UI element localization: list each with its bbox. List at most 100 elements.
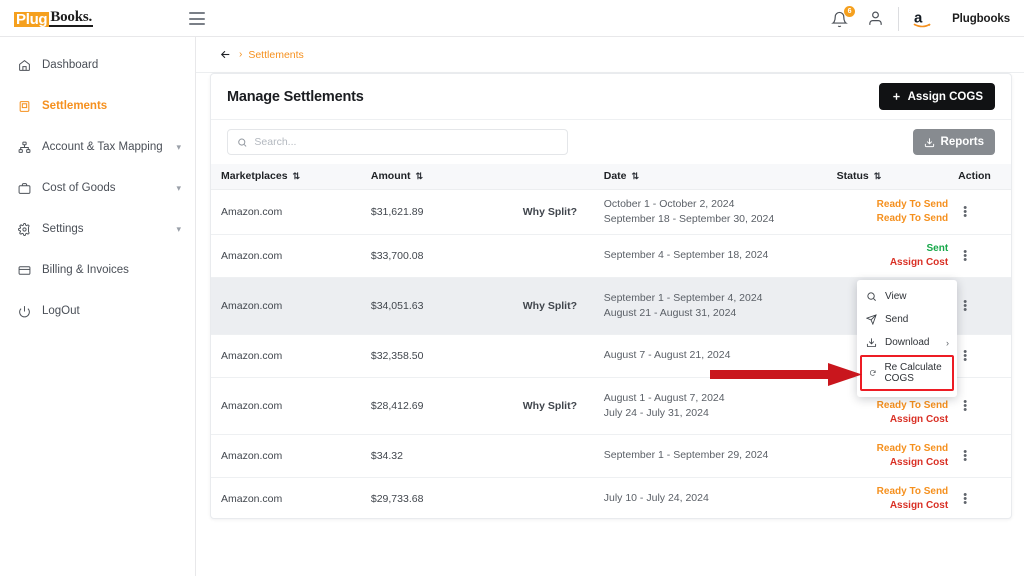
date-line: October 1 - October 2, 2024 (603, 197, 735, 210)
arrow-left-icon[interactable] (218, 48, 233, 61)
menu-item-view[interactable]: View (857, 285, 957, 308)
search-box[interactable] (227, 129, 568, 155)
cell-amount: $33,700.08 (360, 234, 513, 278)
sidebar-item-label: LogOut (42, 305, 80, 317)
status-badge: Ready To Send (876, 212, 949, 224)
breadcrumb-current[interactable]: Settlements (248, 49, 303, 61)
cell-date: October 1 - October 2, 2024 September 18 … (593, 189, 827, 235)
cell-why-split (512, 434, 594, 478)
kebab-menu-icon[interactable]: • • • (958, 296, 972, 315)
row-action-menu[interactable]: View Send Download › Re Calculate COGS (857, 280, 957, 397)
marketplace-account[interactable]: a Plugbooks (913, 9, 1010, 29)
menu-item-download[interactable]: Download › (857, 331, 957, 354)
status-badge[interactable]: Assign Cost (837, 256, 948, 270)
date-line: July 10 - July 24, 2024 (603, 492, 709, 504)
search-input[interactable] (254, 136, 558, 148)
cell-why-split (512, 477, 594, 518)
sort-updown-icon[interactable]: ⇅ (874, 171, 881, 182)
date-line: August 1 - August 7, 2024 (603, 391, 725, 404)
kebab-menu-icon[interactable]: • • • (958, 202, 972, 221)
power-icon (18, 305, 33, 318)
sidebar-item-settings[interactable]: Settings ▾ (0, 215, 195, 243)
table-row[interactable]: Amazon.com $34.32 September 1 - September … (211, 434, 1011, 478)
status-badge: Ready To Send (876, 485, 949, 497)
cell-why-split[interactable]: Why Split? (512, 277, 594, 335)
app-logo[interactable]: Plug Books. (14, 8, 94, 27)
cell-marketplace: Amazon.com (211, 189, 361, 235)
sitemap-icon (18, 141, 33, 154)
sort-updown-icon[interactable]: ⇅ (293, 171, 300, 182)
sidebar-item-settlements[interactable]: Settlements (0, 92, 195, 120)
card-header: Manage Settlements Assign COGS (211, 74, 1011, 120)
kebab-menu-icon[interactable]: • • • (958, 396, 972, 415)
sidebar-item-cost-of-goods[interactable]: Cost of Goods ▾ (0, 174, 195, 202)
sidebar-item-dashboard[interactable]: Dashboard (0, 51, 195, 79)
sidebar-item-label: Dashboard (42, 59, 99, 71)
sidebar-item-logout[interactable]: LogOut (0, 297, 195, 325)
logo-books-text: Books. (49, 8, 94, 27)
marketplace-name: Plugbooks (952, 12, 1010, 25)
cell-amount: $34,051.63 (360, 277, 513, 335)
cell-marketplace: Amazon.com (211, 234, 361, 278)
status-badge[interactable]: Assign Cost (837, 413, 948, 427)
header-divider (898, 6, 900, 31)
table-row[interactable]: Amazon.com $33,700.08 September 4 - Septem… (211, 234, 1011, 278)
kebab-menu-icon[interactable]: • • • (958, 246, 972, 265)
status-badge: Sent (926, 242, 949, 254)
cell-why-split[interactable]: Why Split? (512, 189, 594, 235)
cell-amount: $34.32 (360, 434, 513, 478)
plus-icon (892, 93, 900, 100)
column-marketplaces[interactable]: Marketplaces ⇅ (211, 164, 361, 190)
sidebar-item-label: Settlements (42, 100, 108, 112)
cell-date: July 10 - July 24, 2024 (593, 477, 827, 518)
assign-cogs-label: Assign COGS (907, 90, 983, 103)
kebab-menu-icon[interactable]: • • • (958, 489, 972, 508)
svg-text:a: a (914, 9, 923, 26)
red-arrow-annotation (710, 363, 862, 386)
notifications-button[interactable]: 6 (829, 5, 856, 31)
status-badge[interactable]: Assign Cost (837, 456, 948, 470)
cell-status: Ready To Send Assign Cost (826, 477, 949, 518)
assign-cogs-button[interactable]: Assign COGS (878, 83, 995, 110)
sort-updown-icon[interactable]: ⇅ (416, 171, 423, 182)
home-icon (18, 59, 33, 72)
cell-marketplace: Amazon.com (211, 434, 361, 478)
column-status[interactable]: Status ⇅ (826, 164, 949, 190)
cell-date: September 4 - September 18, 2024 (593, 234, 827, 278)
table-row[interactable]: Amazon.com $29,733.68 July 10 - July 24, 2… (211, 477, 1011, 518)
table-row[interactable]: Amazon.com $31,621.89 Why Split? October 1 … (211, 189, 1011, 235)
column-date[interactable]: Date ⇅ (593, 164, 827, 190)
menu-item-send[interactable]: Send (857, 308, 957, 331)
hamburger-icon[interactable] (189, 12, 205, 25)
sidebar-item-account-tax-mapping[interactable]: Account & Tax Mapping ▾ (0, 133, 195, 161)
menu-item-label: View (885, 291, 907, 302)
sidebar-item-billing-invoices[interactable]: Billing & Invoices (0, 256, 195, 284)
column-label: Action (958, 170, 991, 183)
chevron-right-icon[interactable]: › (946, 338, 949, 348)
reports-label: Reports (940, 136, 984, 148)
chevron-down-icon[interactable]: ▾ (176, 142, 181, 153)
sidebar-item-label: Cost of Goods (42, 182, 116, 194)
status-badge[interactable]: Assign Cost (837, 499, 948, 513)
column-amount[interactable]: Amount ⇅ (360, 164, 513, 190)
download-icon (866, 338, 877, 348)
table-header: Marketplaces ⇅ Amount ⇅ Date ⇅ Status ⇅ (211, 164, 1011, 190)
date-line: September 1 - September 29, 2024 (603, 449, 769, 461)
cell-amount: $32,358.50 (360, 334, 513, 378)
kebab-menu-icon[interactable]: • • • (958, 346, 972, 365)
cell-action: • • • (948, 334, 1011, 378)
cell-marketplace: Amazon.com (211, 334, 361, 378)
chevron-down-icon[interactable]: ▾ (176, 183, 181, 194)
date-line: September 1 - September 4, 2024 (603, 291, 763, 304)
briefcase-icon (18, 182, 33, 195)
cell-amount: $31,621.89 (360, 189, 513, 235)
cell-why-split[interactable]: Why Split? (512, 377, 594, 435)
chevron-down-icon[interactable]: ▾ (176, 224, 181, 235)
sort-updown-icon[interactable]: ⇅ (632, 171, 639, 182)
menu-item-re-calculate-cogs[interactable]: Re Calculate COGS (860, 355, 954, 391)
table-header-row: Marketplaces ⇅ Amount ⇅ Date ⇅ Status ⇅ (211, 164, 1011, 190)
user-icon[interactable] (867, 10, 884, 27)
cell-amount: $29,733.68 (360, 477, 513, 518)
kebab-menu-icon[interactable]: • • • (958, 446, 972, 465)
reports-button[interactable]: Reports (912, 129, 995, 155)
